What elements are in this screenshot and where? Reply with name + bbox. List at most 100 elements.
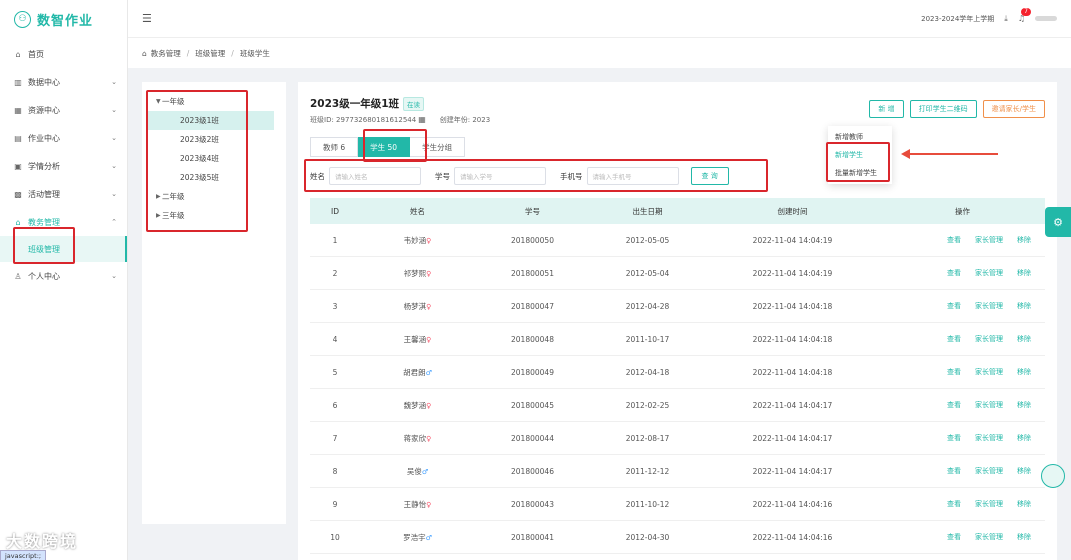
col-actions: 操作 (955, 206, 970, 216)
cell-created: 2022-11-04 14:04:19 (752, 235, 833, 245)
menu-item-add-teacher[interactable]: 新增教师 (828, 128, 892, 146)
tree-node-label: 一年级 (162, 97, 185, 106)
view-link[interactable]: 查看 (947, 235, 961, 245)
sidebar-item-label: 数据中心 (28, 77, 60, 87)
view-link[interactable]: 查看 (947, 433, 961, 443)
avatar[interactable] (1035, 16, 1057, 21)
breadcrumb-item[interactable]: 教务管理 (151, 48, 181, 59)
add-button[interactable]: 新 增 (869, 100, 904, 118)
gender-icon: ♂ (425, 368, 432, 377)
table-row: 4 王馨涵♀ 201800048 2011-10-17 2022-11-04 14:04… (310, 323, 1045, 356)
sidebar-item-resource-center[interactable]: ▦ 资源中心 ⌄ (0, 96, 127, 124)
view-link[interactable]: 查看 (947, 400, 961, 410)
menu-item-add-student[interactable]: 新增学生 (828, 146, 892, 164)
parent-manage-link[interactable]: 家长管理 (975, 433, 1003, 443)
view-link[interactable]: 查看 (947, 466, 961, 476)
parent-manage-link[interactable]: 家长管理 (975, 400, 1003, 410)
menu-toggle-icon[interactable]: ☰ (142, 12, 152, 25)
print-qrcode-button[interactable]: 打印学生二维码 (909, 100, 977, 118)
sidebar-item-activity[interactable]: ▩ 活动管理 ⌄ (0, 180, 127, 208)
sidebar-item-class-management[interactable]: 班级管理 (0, 236, 127, 262)
table-row: 6 魏梦涵♀ 201800045 2012-02-25 2022-11-04 14:04… (310, 389, 1045, 422)
tab-teachers[interactable]: 教师 6 (310, 137, 359, 157)
cell-dob: 2012-04-18 (625, 367, 670, 377)
parent-manage-link[interactable]: 家长管理 (975, 268, 1003, 278)
student-no-input[interactable]: 请输入学号 (454, 167, 546, 185)
query-button[interactable]: 查 询 (690, 167, 729, 185)
table-row: 1 韦妙涵♀ 201800050 2012-05-05 2022-11-04 14:04… (310, 224, 1045, 257)
chevron-down-icon: ⌄ (111, 272, 117, 280)
chevron-down-icon: ⌄ (111, 162, 117, 170)
term-selector[interactable]: 2023-2024学年上学期 (921, 14, 994, 24)
cell-name: 魏梦涵♀ (360, 400, 475, 411)
name-input[interactable]: 请输入姓名 (329, 167, 421, 185)
view-link[interactable]: 查看 (947, 367, 961, 377)
app-logo[interactable]: ⚇ 数智作业 (0, 0, 127, 38)
cell-student-no: 201800049 (511, 367, 554, 377)
watermark-logo: 大数跨境 (6, 532, 79, 551)
class-tree: ▼ 一年级 2023级1班 2023级2班 2023级4班 2023级5班 ▶ … (146, 92, 274, 225)
invite-button[interactable]: 邀请家长/学生 (982, 100, 1045, 118)
qr-code-icon[interactable]: ▦ (418, 115, 426, 124)
assistant-robot-icon[interactable] (1041, 464, 1065, 488)
sidebar-item-homework-center[interactable]: ▤ 作业中心 ⌄ (0, 124, 127, 152)
tree-leaf-class[interactable]: 2023级1班 (146, 111, 274, 130)
parent-manage-link[interactable]: 家长管理 (975, 334, 1003, 344)
remove-link[interactable]: 移除 (1017, 334, 1031, 344)
caret-down-icon[interactable]: ▼ (146, 98, 161, 105)
tree-node-grade3[interactable]: ▶ 三年级 (146, 206, 274, 225)
tab-students[interactable]: 学生 50 (358, 137, 411, 157)
cell-name: 杨梦淇♀ (360, 301, 475, 312)
notification-bell-icon[interactable]: ♫ 7 (1018, 8, 1031, 23)
tab-student-groups[interactable]: 学生分组 (410, 137, 466, 157)
remove-link[interactable]: 移除 (1017, 367, 1031, 377)
remove-link[interactable]: 移除 (1017, 301, 1031, 311)
view-link[interactable]: 查看 (947, 268, 961, 278)
menu-item-batch-add-student[interactable]: 批量新增学生 (828, 164, 892, 182)
tree-leaf-class[interactable]: 2023级4班 (146, 149, 274, 168)
parent-manage-link[interactable]: 家长管理 (975, 301, 1003, 311)
student-name: 王静怡 (403, 499, 427, 509)
cell-actions: 查看 家长管理 移除 (880, 466, 1045, 476)
parent-manage-link[interactable]: 家长管理 (975, 367, 1003, 377)
cell-student-no: 201800048 (511, 334, 554, 344)
view-link[interactable]: 查看 (947, 532, 961, 542)
app-title: 数智作业 (37, 13, 94, 29)
remove-link[interactable]: 移除 (1017, 400, 1031, 410)
remove-link[interactable]: 移除 (1017, 532, 1031, 542)
chevron-up-icon: ⌃ (111, 218, 117, 226)
tree-node-grade2[interactable]: ▶ 二年级 (146, 187, 274, 206)
view-link[interactable]: 查看 (947, 334, 961, 344)
gender-icon: ♀ (426, 434, 432, 443)
sidebar-item-academic[interactable]: ⌂ 教务管理 ⌃ (0, 208, 127, 236)
cell-name: 王馨涵♀ (360, 334, 475, 345)
view-link[interactable]: 查看 (947, 499, 961, 509)
sidebar-item-analysis[interactable]: ▣ 学情分析 ⌄ (0, 152, 127, 180)
parent-manage-link[interactable]: 家长管理 (975, 235, 1003, 245)
cell-actions: 查看 家长管理 移除 (880, 367, 1045, 377)
remove-link[interactable]: 移除 (1017, 235, 1031, 245)
cell-dob: 2012-05-04 (625, 268, 670, 278)
breadcrumb-item[interactable]: 班级管理 (195, 48, 225, 59)
sidebar-item-personal[interactable]: ♙ 个人中心 ⌄ (0, 262, 127, 290)
caret-right-icon[interactable]: ▶ (146, 212, 161, 219)
phone-input[interactable]: 请输入手机号 (586, 167, 679, 185)
parent-manage-link[interactable]: 家长管理 (975, 466, 1003, 476)
remove-link[interactable]: 移除 (1017, 433, 1031, 443)
parent-manage-link[interactable]: 家长管理 (975, 532, 1003, 542)
tree-leaf-class[interactable]: 2023级2班 (146, 130, 274, 149)
remove-link[interactable]: 移除 (1017, 268, 1031, 278)
settings-gear-icon[interactable]: ⚙ (1045, 207, 1071, 237)
tree-node-grade1[interactable]: ▼ 一年级 (146, 92, 274, 111)
download-icon[interactable]: ⤓ (1004, 14, 1008, 24)
sidebar-item-data-center[interactable]: ▥ 数据中心 ⌄ (0, 68, 127, 96)
view-link[interactable]: 查看 (947, 301, 961, 311)
sidebar-item-home[interactable]: ⌂ 首页 (0, 40, 127, 68)
caret-right-icon[interactable]: ▶ (146, 193, 161, 200)
remove-link[interactable]: 移除 (1017, 466, 1031, 476)
tree-leaf-class[interactable]: 2023级5班 (146, 168, 274, 187)
parent-manage-link[interactable]: 家长管理 (975, 499, 1003, 509)
cell-id: 1 (332, 235, 338, 245)
cell-name: 祁梦熙♀ (360, 268, 475, 279)
remove-link[interactable]: 移除 (1017, 499, 1031, 509)
